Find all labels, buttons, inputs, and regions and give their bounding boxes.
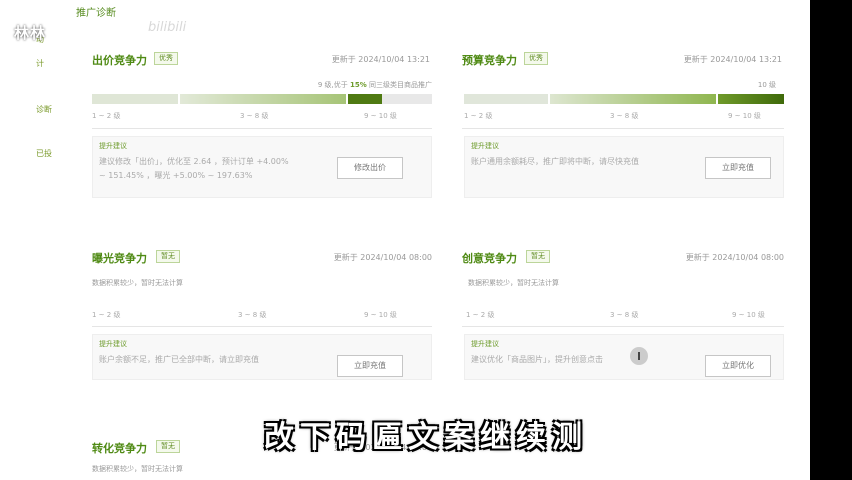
tick-mid: 3 ~ 8 级 xyxy=(610,311,639,319)
sidebar-item-diagnosis[interactable]: 诊断 xyxy=(36,104,52,115)
card-exposure: 曝光竞争力 暂无 更新于 2024/10/04 08:00 数据积累较少，暂时无… xyxy=(92,250,432,385)
divider xyxy=(462,326,784,327)
divider xyxy=(462,128,784,129)
bar-segment-high xyxy=(718,94,784,104)
modify-bid-button[interactable]: 修改出价 xyxy=(337,157,403,179)
card-creative-updated: 更新于 2024/10/04 08:00 xyxy=(685,253,784,262)
suggestion-text: 建议修改「出价」，优化至 2.64 ，预计订单 +4.00% ~ 151.45%… xyxy=(99,157,289,180)
tick-low: 1 ~ 2 级 xyxy=(92,112,121,120)
card-bid-badge: 优秀 xyxy=(154,52,178,65)
no-data-text: 数据积累较少，暂时无法计算 xyxy=(92,465,183,473)
no-data-text: 数据积累较少，暂时无法计算 xyxy=(92,279,183,287)
tick-low: 1 ~ 2 级 xyxy=(464,112,493,120)
suggestion-title: 提升建议 xyxy=(471,142,499,150)
bar-fill-high xyxy=(348,94,382,104)
no-data-text: 数据积累较少，暂时无法计算 xyxy=(468,279,559,287)
suggestion-text: 建议优化「商品图片」，提升创意点击 xyxy=(471,355,603,364)
bilibili-watermark: bilibili xyxy=(148,20,187,35)
card-bid-level-bar xyxy=(92,94,432,104)
bar-segment-low xyxy=(464,94,548,104)
card-exposure-title: 曝光竞争力 xyxy=(92,252,147,265)
sidebar: 动 计 诊断 已投 xyxy=(0,0,62,480)
sidebar-item-2[interactable]: 计 xyxy=(36,58,44,69)
page-title: 推广诊断 xyxy=(76,8,116,19)
sidebar-item-4[interactable]: 已投 xyxy=(36,148,52,159)
bar-segment-mid xyxy=(550,94,716,104)
recharge-now-button[interactable]: 立即充值 xyxy=(705,157,771,179)
suggestion-title: 提升建议 xyxy=(99,142,127,150)
suggestion-title: 提升建议 xyxy=(99,340,127,348)
card-exposure-updated: 更新于 2024/10/04 08:00 xyxy=(333,253,432,262)
card-budget: 预算竞争力 优秀 更新于 2024/10/04 13:21 10 级 1 ~ 2… xyxy=(462,52,784,202)
card-bid-suggestion: 提升建议 建议修改「出价」，优化至 2.64 ，预计订单 +4.00% ~ 15… xyxy=(92,136,432,198)
recharge-now-button[interactable]: 立即充值 xyxy=(337,355,403,377)
divider xyxy=(92,326,432,327)
card-bid-title: 出价竞争力 xyxy=(92,54,147,67)
suggestion-title: 提升建议 xyxy=(471,340,499,348)
bar-segment-low xyxy=(92,94,178,104)
card-bid: 出价竞争力 优秀 更新于 2024/10/04 13:21 9 级,优于 15%… xyxy=(92,52,432,202)
card-budget-suggestion: 提升建议 账户通用余额耗尽，推广即将中断，请尽快充值 立即充值 xyxy=(464,136,784,198)
uploader-watermark: 林林 xyxy=(14,24,47,42)
video-subtitle: 改下码匾文案继续测 xyxy=(264,420,588,455)
card-budget-updated: 更新于 2024/10/04 13:21 xyxy=(683,55,782,64)
card-creative-suggestion: 提升建议 建议优化「商品图片」，提升创意点击 立即优化 xyxy=(464,334,784,380)
mouse-cursor-icon xyxy=(630,347,648,365)
tick-low: 1 ~ 2 级 xyxy=(466,311,495,319)
card-exposure-suggestion: 提升建议 账户余额不足，推广已全部中断，请立即充值 立即充值 xyxy=(92,334,432,380)
bar-segment-mid xyxy=(180,94,346,104)
card-creative-title: 创意竞争力 xyxy=(462,252,517,265)
suggestion-text: 账户余额不足，推广已全部中断，请立即充值 xyxy=(99,355,259,364)
main-panel: 推广诊断 bilibili 出价竞争力 优秀 更新于 2024/10/04 13… xyxy=(62,0,810,480)
card-bid-updated: 更新于 2024/10/04 13:21 xyxy=(331,55,430,64)
card-budget-rank-note: 10 级 xyxy=(757,81,776,89)
tick-mid: 3 ~ 8 级 xyxy=(240,112,269,120)
card-creative: 创意竞争力 暂无 更新于 2024/10/04 08:00 数据积累较少，暂时无… xyxy=(462,250,784,385)
video-frame: 动 计 诊断 已投 林林 推广诊断 bilibili 出价竞争力 优秀 更新于 … xyxy=(0,0,852,480)
card-budget-badge: 优秀 xyxy=(524,52,548,65)
optimize-now-button[interactable]: 立即优化 xyxy=(705,355,771,377)
tick-high: 9 ~ 10 级 xyxy=(364,112,397,120)
tick-high: 9 ~ 10 级 xyxy=(728,112,761,120)
tick-mid: 3 ~ 8 级 xyxy=(610,112,639,120)
tick-high: 9 ~ 10 级 xyxy=(732,311,765,319)
card-budget-level-bar xyxy=(464,94,784,104)
card-exposure-badge: 暂无 xyxy=(156,250,180,263)
card-bid-rank-note: 9 级,优于 15% 同三级类目商品推广 xyxy=(317,81,432,89)
suggestion-text: 账户通用余额耗尽，推广即将中断，请尽快充值 xyxy=(471,157,639,166)
tick-mid: 3 ~ 8 级 xyxy=(238,311,267,319)
tick-low: 1 ~ 2 级 xyxy=(92,311,121,319)
card-creative-badge: 暂无 xyxy=(526,250,550,263)
divider xyxy=(92,128,432,129)
card-budget-title: 预算竞争力 xyxy=(462,54,517,67)
tick-high: 9 ~ 10 级 xyxy=(364,311,397,319)
